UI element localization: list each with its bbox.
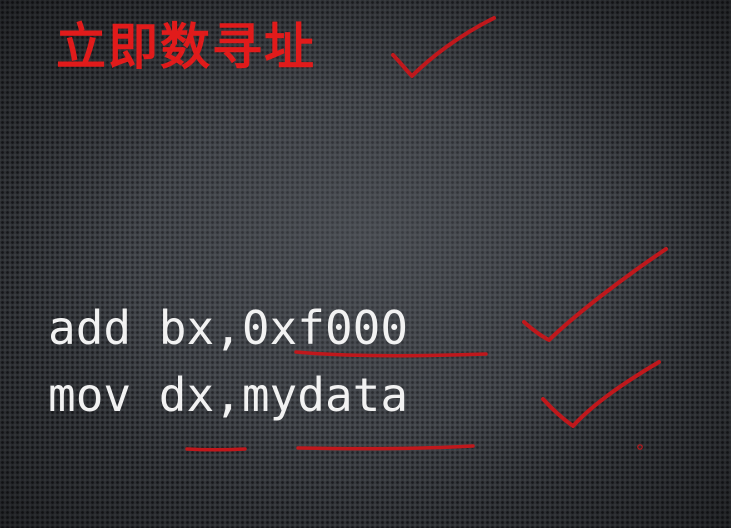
code-line-add: add bx,0xf000 [48,301,409,355]
title-checkmark-icon [391,16,496,78]
slide-title: 立即数寻址 [56,18,316,76]
ink-dot [637,444,643,450]
code-line-mov: mov dx,mydata [48,368,409,422]
handwritten-annotations [185,16,668,452]
register-underline [185,447,247,452]
line1-checkmark-icon [522,247,668,342]
line2-checkmark-icon [541,360,661,428]
background-vignette [0,0,731,528]
symbol-underline [296,444,475,451]
